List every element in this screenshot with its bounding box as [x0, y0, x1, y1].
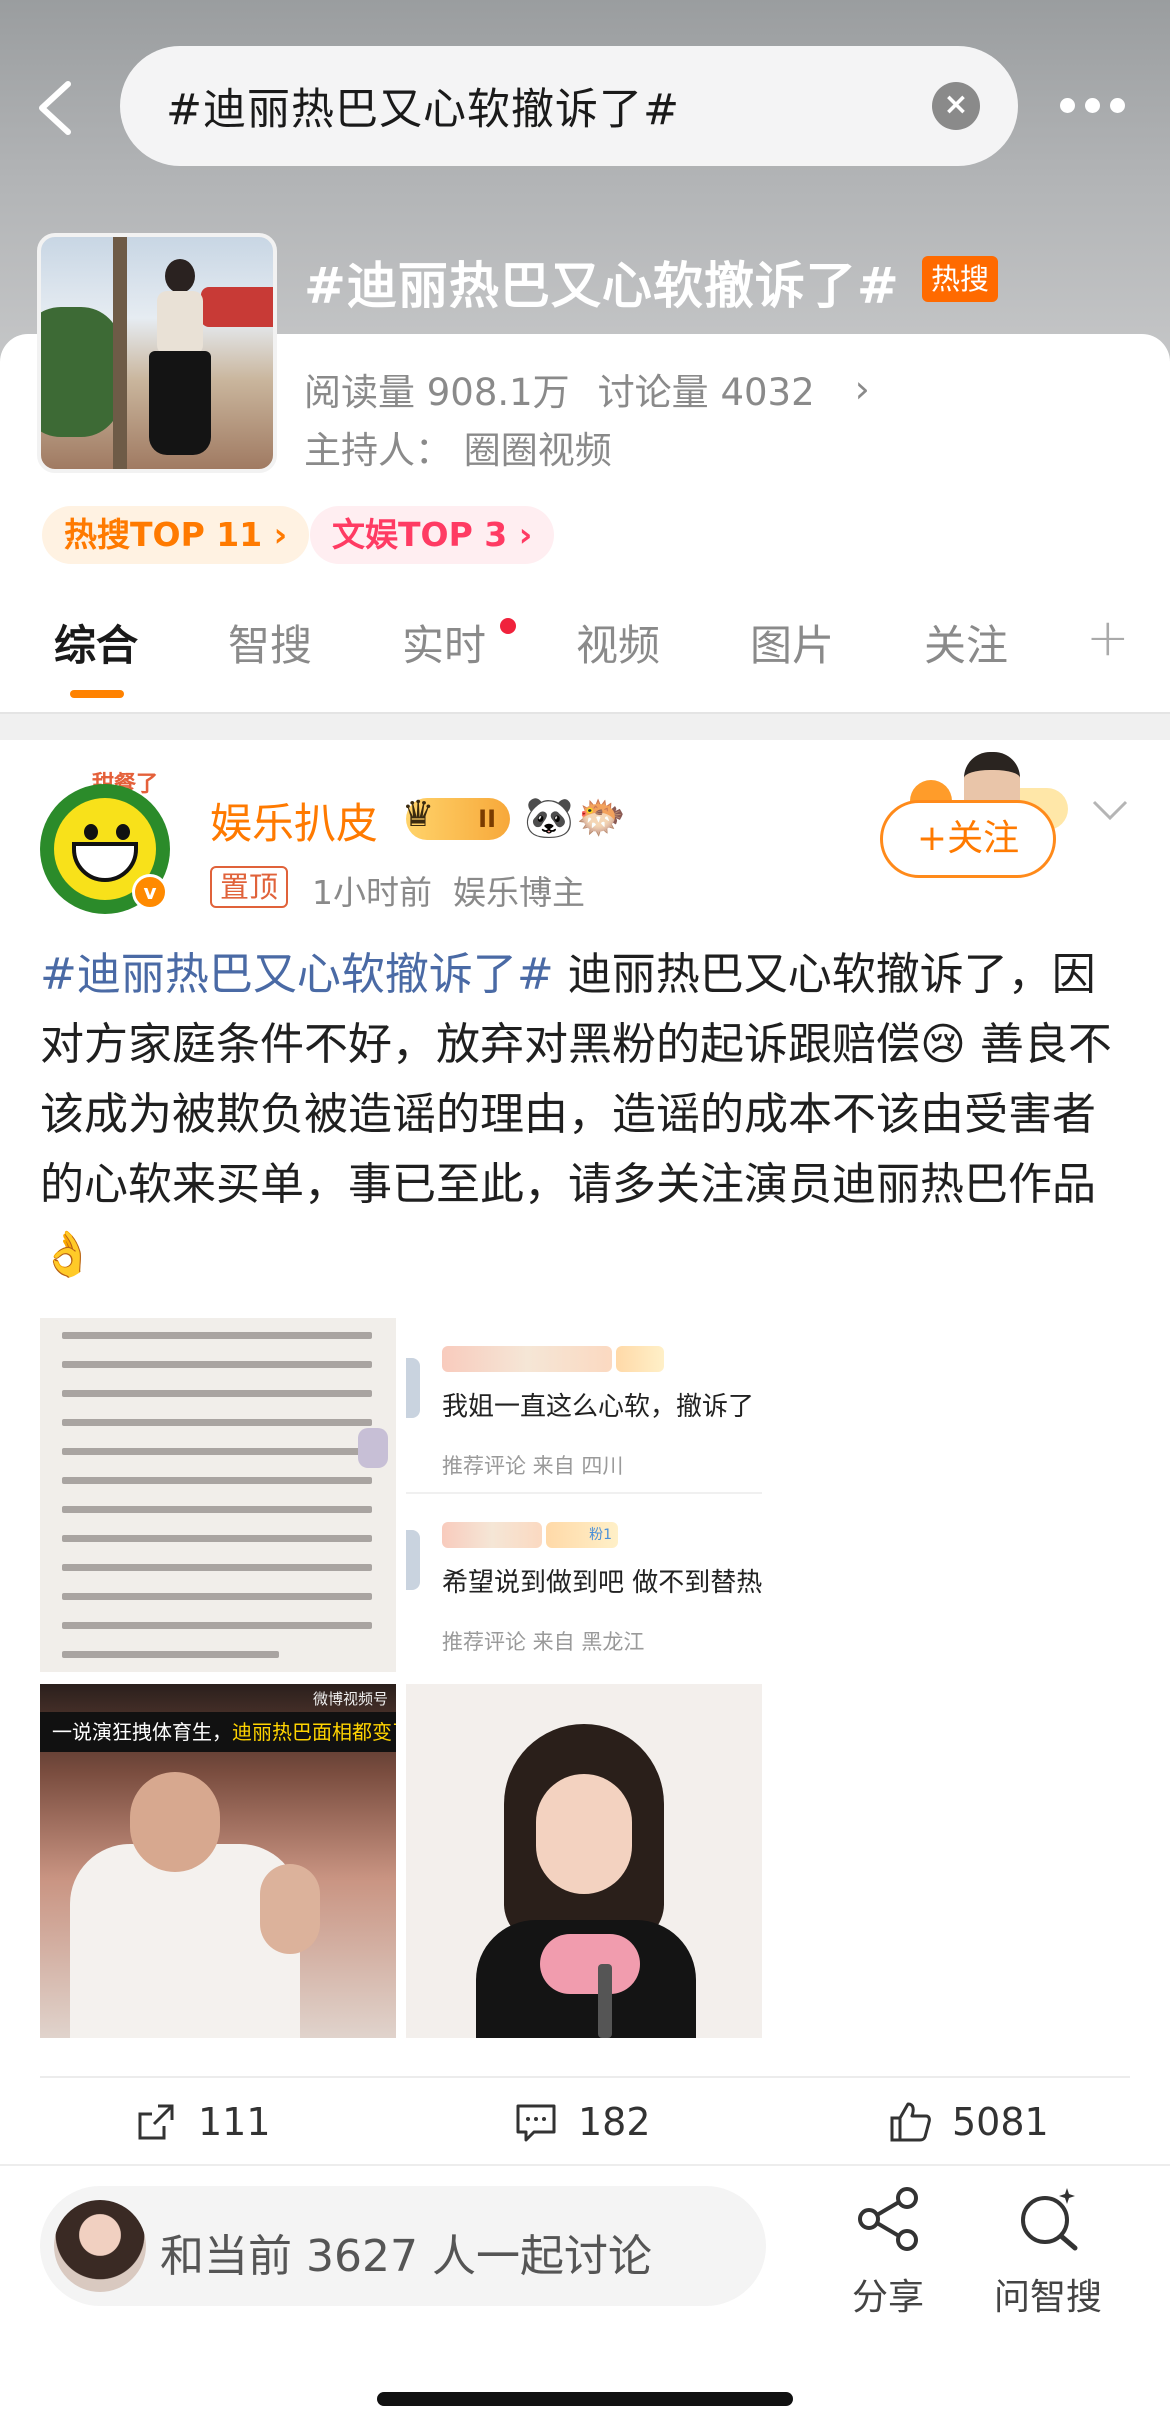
back-button[interactable]	[32, 78, 78, 138]
tab-video[interactable]: 视频	[576, 612, 660, 673]
user-avatar	[54, 2200, 146, 2292]
tab-smart-search[interactable]: 智搜	[228, 612, 312, 673]
entertainment-rank-chip[interactable]: 文娱TOP 3 ›	[310, 506, 555, 564]
post-image-comments[interactable]: 我姐一直这么心软，撤诉了 推荐评论 来自 四川 粉1 希望说到做到吧 做不到替热…	[406, 1318, 762, 1672]
comment-button[interactable]: 182	[514, 2100, 651, 2144]
comment-icon	[516, 2104, 556, 2142]
comment-fan-badge: 粉1	[546, 1522, 618, 1548]
follow-button[interactable]: +关注	[880, 800, 1056, 878]
tab-images[interactable]: 图片	[750, 612, 834, 673]
comment-count: 182	[578, 2100, 651, 2144]
author-name[interactable]: 娱乐扒皮	[210, 790, 378, 851]
comment-meta-1: 推荐评论 来自 四川	[442, 1454, 624, 1478]
comment-meta-2: 推荐评论 来自 黑龙江	[442, 1630, 645, 1654]
tab-bar: 综合 智搜 实时 视频 图片 关注	[0, 612, 1170, 698]
share-icon	[858, 2187, 918, 2251]
post-video-thumbnail[interactable]: 微博视频号 一说演狂拽体育生，迪丽热巴面相都变了	[40, 1684, 396, 2038]
comment-text-2: 希望说到做到吧 做不到替热	[442, 1568, 762, 1598]
share-label: 分享	[851, 2277, 924, 2318]
search-bar[interactable]: #迪丽热巴又心软撤诉了# ×	[120, 46, 1018, 166]
more-options-icon[interactable]	[1060, 94, 1126, 118]
share-button[interactable]: 分享	[818, 2184, 958, 2320]
discussion-count: 讨论量 4032	[597, 371, 815, 414]
join-discussion-text: 和当前 3627 人一起讨论	[160, 2231, 652, 2282]
post-divider	[40, 2076, 1130, 2078]
hot-search-badge: 热搜	[922, 256, 999, 302]
puffer-fish-emoji: 🐡	[576, 795, 626, 841]
topic-link[interactable]: #迪丽热巴又心软撤诉了#	[40, 949, 554, 1000]
vip-level-badge: ♛ II	[402, 794, 510, 840]
chevron-right-icon: ›	[854, 367, 870, 411]
back-arrow-icon	[39, 81, 71, 135]
topic-stats[interactable]: 阅读量 908.1万 讨论量 4032 ›	[304, 362, 870, 416]
topic-title: #迪丽热巴又心软撤诉了#	[304, 257, 900, 315]
post-meta: 1小时前 娱乐博主	[312, 873, 585, 912]
topic-host[interactable]: 主持人： 圈圈视频	[304, 420, 612, 474]
repost-button[interactable]: 111	[134, 2100, 271, 2144]
pinned-label: 置顶	[210, 866, 289, 908]
repost-count: 111	[198, 2100, 271, 2144]
chevron-down-icon[interactable]	[1090, 796, 1130, 826]
crown-icon: ♛	[402, 794, 435, 835]
comment-text-1: 我姐一直这么心软，撤诉了	[442, 1392, 755, 1422]
repost-icon	[138, 2104, 174, 2140]
verified-badge-icon: v	[132, 874, 168, 910]
search-query[interactable]: #迪丽热巴又心软撤诉了#	[166, 75, 680, 137]
ask-smart-search-label: 问智搜	[993, 2277, 1102, 2318]
read-count: 阅读量 908.1万	[304, 371, 570, 414]
post-image-portrait[interactable]	[406, 1684, 762, 2038]
like-button[interactable]: 5081	[888, 2100, 1049, 2144]
author-avatar[interactable]: 甜餐了 v	[40, 770, 176, 914]
post-text: #迪丽热巴又心软撤诉了# 迪丽热巴又心软撤诉了，因对方家庭条件不好，放弃对黑粉的…	[40, 940, 1130, 1290]
video-banner: 一说演狂拽体育生，迪丽热巴面相都变了	[40, 1712, 396, 1752]
clear-search-icon[interactable]: ×	[932, 82, 980, 130]
post-actions: 111 182 5081	[0, 2100, 1170, 2170]
section-divider	[0, 712, 1170, 740]
tab-realtime[interactable]: 实时	[402, 612, 486, 673]
tab-following[interactable]: 关注	[924, 612, 1008, 673]
home-indicator[interactable]	[377, 2392, 793, 2406]
thumbs-up-icon	[890, 2102, 931, 2142]
panda-emoji: 🐼	[524, 795, 574, 841]
like-count: 5081	[952, 2100, 1049, 2144]
hot-search-rank-chip[interactable]: 热搜TOP 11 ›	[42, 506, 310, 564]
tab-comprehensive[interactable]: 综合	[54, 612, 138, 673]
topic-cover-image	[37, 233, 277, 473]
post-image-statement[interactable]	[40, 1318, 396, 1672]
video-source-logo: 微博视频号	[312, 1690, 388, 1708]
active-tab-indicator	[70, 690, 124, 698]
smart-search-icon	[1021, 2188, 1078, 2251]
realtime-notification-dot	[500, 618, 516, 634]
add-tab-icon[interactable]: +	[1086, 608, 1130, 668]
join-discussion-input[interactable]: 和当前 3627 人一起讨论	[40, 2186, 766, 2306]
ask-smart-search-button[interactable]: 问智搜	[978, 2184, 1118, 2320]
